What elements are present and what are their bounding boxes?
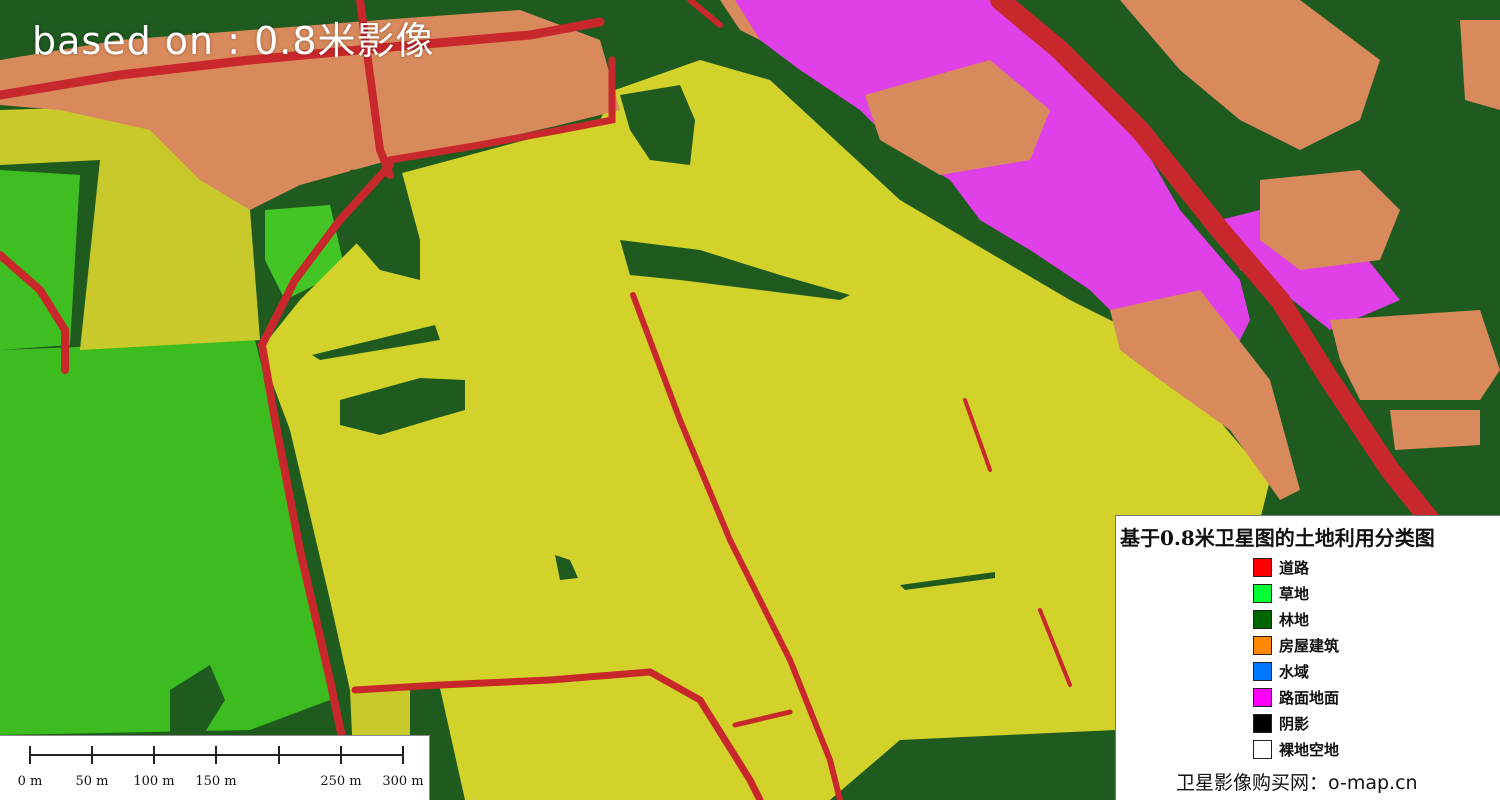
scale-label: 150 m	[195, 774, 237, 789]
legend-items: 道路 草地 林地 房屋建筑 水域 路面地面 阴影 裸地空地	[1253, 554, 1339, 762]
legend-label: 裸地空地	[1279, 740, 1340, 759]
legend-label: 道路	[1279, 558, 1310, 577]
legend-item-water: 水域	[1253, 658, 1339, 684]
legend-swatch	[1253, 557, 1272, 577]
legend-label: 房屋建筑	[1279, 636, 1340, 655]
legend-label: 林地	[1279, 610, 1310, 629]
scale-label: 300 m	[382, 774, 424, 789]
scale-tick	[91, 746, 93, 764]
legend-swatch	[1253, 713, 1272, 733]
legend-item-road: 道路	[1253, 554, 1339, 580]
legend-label: 路面地面	[1279, 688, 1340, 707]
scale-label: 0 m	[17, 774, 43, 789]
scale-tick	[29, 746, 31, 764]
legend-swatch	[1253, 635, 1272, 655]
legend-swatch	[1253, 687, 1272, 707]
legend-swatch	[1253, 583, 1272, 603]
legend-item-shadow: 阴影	[1253, 710, 1339, 736]
scale-tick	[215, 746, 217, 764]
scale-tick	[278, 746, 280, 764]
scale-tick	[402, 746, 404, 764]
buildings-far-east	[1460, 20, 1500, 110]
scale-tick	[153, 746, 155, 764]
legend-footer: 卫星影像购买网：o-map.cn	[1176, 772, 1418, 794]
land-use-map: based on : 0.8米影像 基于0.8米卫星图的土地利用分类图 道路 草…	[0, 0, 1500, 800]
map-legend: 基于0.8米卫星图的土地利用分类图 道路 草地 林地 房屋建筑 水域 路面地面 …	[1115, 515, 1500, 800]
legend-label: 水域	[1279, 662, 1310, 681]
scale-bar: 0 m 50 m 100 m 150 m 250 m 300 m	[0, 735, 430, 800]
legend-swatch	[1253, 661, 1272, 681]
legend-swatch	[1253, 609, 1272, 629]
legend-swatch	[1253, 739, 1272, 759]
grassland-northwest	[0, 170, 80, 350]
scale-label: 250 m	[320, 774, 362, 789]
legend-item-paved: 路面地面	[1253, 684, 1339, 710]
scale-label: 100 m	[133, 774, 175, 789]
legend-label: 草地	[1279, 584, 1310, 603]
legend-title: 基于0.8米卫星图的土地利用分类图	[1120, 526, 1435, 550]
legend-item-grassland: 草地	[1253, 580, 1339, 606]
buildings-southeast	[1330, 310, 1500, 400]
legend-item-bare-land: 裸地空地	[1253, 736, 1339, 762]
scale-label: 50 m	[75, 774, 109, 789]
scale-tick	[340, 746, 342, 764]
legend-label: 阴影	[1279, 714, 1310, 733]
legend-item-forest: 林地	[1253, 606, 1339, 632]
legend-item-buildings: 房屋建筑	[1253, 632, 1339, 658]
buildings-southeast-small	[1390, 410, 1480, 450]
image-source-caption: based on : 0.8米影像	[32, 19, 435, 63]
